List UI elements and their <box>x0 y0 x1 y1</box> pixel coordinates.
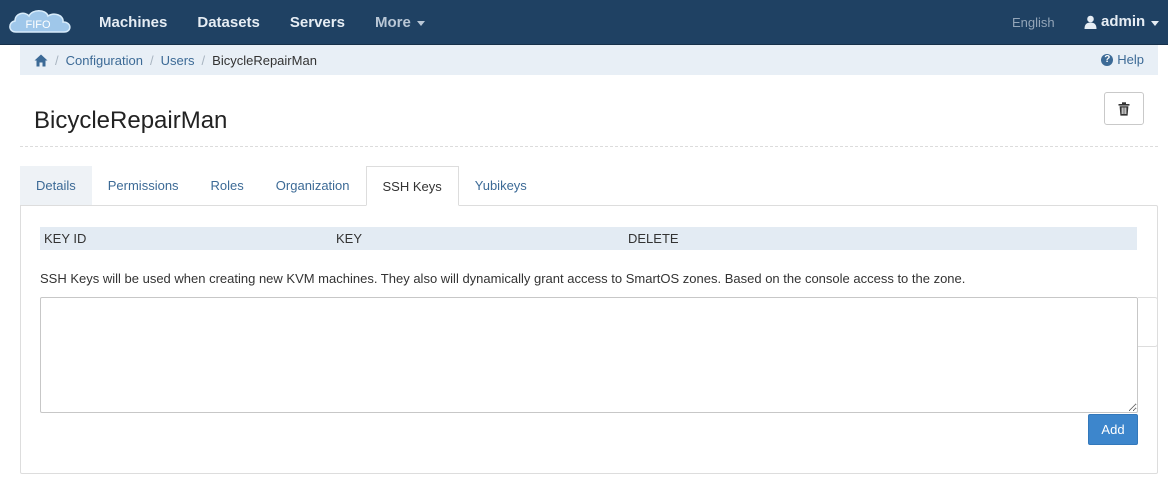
fifo-logo[interactable]: FIFO <box>6 6 76 38</box>
ssh-key-input[interactable] <box>40 297 1138 413</box>
nav-servers[interactable]: Servers <box>275 0 360 45</box>
user-name: admin <box>1101 13 1146 30</box>
brand-text: FIFO <box>25 19 50 31</box>
panel-edge <box>1138 297 1158 347</box>
chevron-down-icon <box>1151 20 1160 26</box>
help-link[interactable]: ? Help <box>1101 45 1144 75</box>
column-header-key-id: KEY ID <box>44 231 87 246</box>
column-header-delete: DELETE <box>628 231 679 246</box>
delete-user-button[interactable] <box>1104 92 1144 125</box>
top-navbar: FIFO Machines Datasets Servers More Engl… <box>0 0 1168 45</box>
breadcrumb-separator: / <box>149 52 154 68</box>
breadcrumb-configuration[interactable]: Configuration <box>66 53 143 68</box>
column-header-key: KEY <box>336 231 363 246</box>
nav-datasets[interactable]: Datasets <box>182 0 275 45</box>
breadcrumb-separator: / <box>55 52 59 68</box>
tab-organization[interactable]: Organization <box>260 166 366 206</box>
title-divider <box>20 146 1158 147</box>
breadcrumb-users[interactable]: Users <box>161 53 195 68</box>
nav-more-label: More <box>374 13 411 31</box>
nav-machines[interactable]: Machines <box>84 0 182 45</box>
tab-details[interactable]: Details <box>20 166 92 206</box>
page-title: BicycleRepairMan <box>34 107 228 134</box>
nav-more-dropdown[interactable]: More <box>360 0 440 45</box>
help-label: Help <box>1117 52 1144 67</box>
language-selector[interactable]: English <box>1012 0 1055 45</box>
breadcrumb: / Configuration / Users / BicycleRepairM… <box>20 45 1158 75</box>
chevron-down-icon <box>416 21 425 26</box>
user-icon <box>1084 15 1097 29</box>
breadcrumb-current: BicycleRepairMan <box>212 52 317 68</box>
breadcrumb-separator: / <box>201 52 206 68</box>
tab-roles[interactable]: Roles <box>195 166 260 206</box>
add-key-button[interactable]: Add <box>1088 414 1138 445</box>
user-menu[interactable]: admin <box>1084 0 1160 44</box>
tab-ssh-keys[interactable]: SSH Keys <box>365 166 459 206</box>
question-circle-icon: ? <box>1101 54 1114 66</box>
ssh-keys-table-header: KEY ID KEY DELETE <box>40 227 1137 250</box>
tab-yubikeys[interactable]: Yubikeys <box>459 166 543 206</box>
home-icon[interactable] <box>34 54 48 67</box>
tab-permissions[interactable]: Permissions <box>92 166 195 206</box>
ssh-keys-info-text: SSH Keys will be used when creating new … <box>40 271 966 286</box>
trash-icon <box>1118 101 1130 116</box>
user-tabs: Details Permissions Roles Organization S… <box>20 166 543 206</box>
